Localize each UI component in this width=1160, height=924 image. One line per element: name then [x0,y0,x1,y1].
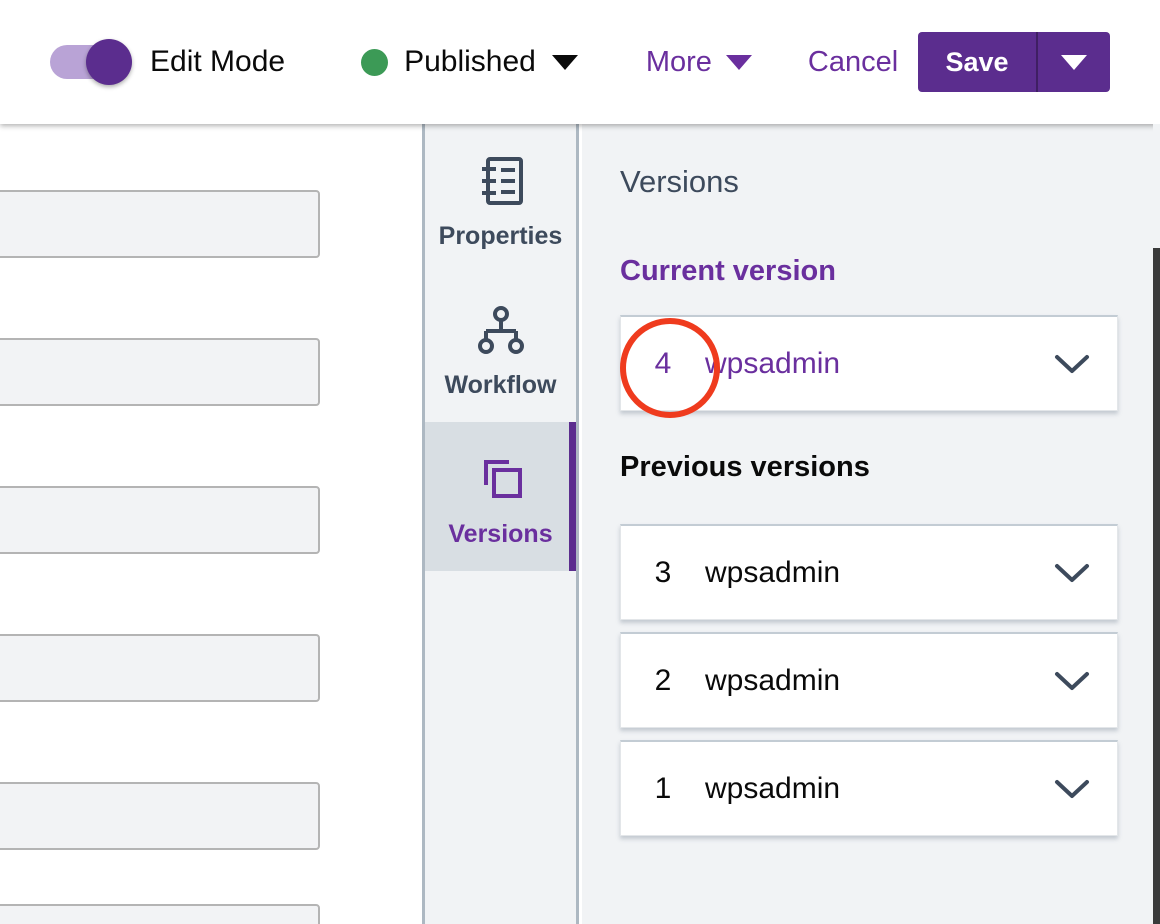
chevron-down-icon [552,55,578,70]
version-number: 1 [621,772,705,806]
form-field[interactable] [0,904,320,924]
form-field[interactable] [0,782,320,850]
version-user: wpsadmin [705,772,1027,806]
sidebar-item-label: Properties [439,222,563,251]
version-number: 3 [621,556,705,590]
chevron-down-icon[interactable] [1027,563,1117,583]
application-root: Edit Mode Published More Cancel Save [0,0,1160,924]
top-toolbar: Edit Mode Published More Cancel Save [0,0,1160,124]
page-title: Versions [620,164,739,200]
version-user: wpsadmin [705,664,1027,698]
form-field[interactable] [0,486,320,554]
version-number: 2 [621,664,705,698]
cancel-button[interactable]: Cancel [808,46,898,79]
form-field[interactable] [0,338,320,406]
current-version-number: 4 [621,347,705,381]
editor-content-area [0,124,422,924]
save-dropdown-button[interactable] [1038,32,1110,92]
sidebar-item-versions[interactable]: Versions [425,422,576,571]
notebook-icon [477,150,525,212]
previous-versions-heading: Previous versions [620,451,870,484]
scrollbar-thumb[interactable] [1153,248,1160,924]
chevron-down-icon [726,55,752,70]
sidebar-item-properties[interactable]: Properties [425,124,576,273]
chevron-down-icon [1061,55,1087,70]
more-menu-button[interactable]: More [646,46,752,79]
sidebar-item-label: Workflow [444,371,556,400]
current-version-user: wpsadmin [705,347,1027,381]
more-label: More [646,46,712,79]
toggle-knob [86,39,132,85]
sidebar-item-label: Versions [448,520,552,549]
table-row[interactable]: 1 wpsadmin [620,740,1118,836]
sidebar-item-workflow[interactable]: Workflow [425,273,576,422]
save-button[interactable]: Save [918,32,1038,92]
side-icon-rail: Properties Workflow [422,124,579,924]
edit-mode-toggle[interactable]: Edit Mode [50,45,285,79]
status-label: Published [404,45,536,79]
version-user: wpsadmin [705,556,1027,590]
chevron-down-icon[interactable] [1027,354,1117,374]
table-row[interactable]: 2 wpsadmin [620,632,1118,728]
toggle-track[interactable] [50,45,128,79]
workflow-icon [475,299,527,361]
publish-status-dropdown[interactable]: Published [361,45,578,79]
chevron-down-icon[interactable] [1027,671,1117,691]
copy-icon [477,448,525,510]
status-dot-icon [361,49,388,76]
current-version-heading: Current version [620,255,836,288]
edit-mode-label: Edit Mode [150,45,285,79]
cancel-label: Cancel [808,46,898,79]
table-row[interactable]: 3 wpsadmin [620,524,1118,620]
versions-panel: Versions Current version 4 wpsadmin Prev… [582,124,1160,924]
current-version-row[interactable]: 4 wpsadmin [620,315,1118,411]
chevron-down-icon[interactable] [1027,779,1117,799]
form-field[interactable] [0,634,320,702]
scrollbar-track[interactable] [1153,124,1160,924]
save-button-group: Save [918,32,1110,92]
form-field[interactable] [0,190,320,258]
